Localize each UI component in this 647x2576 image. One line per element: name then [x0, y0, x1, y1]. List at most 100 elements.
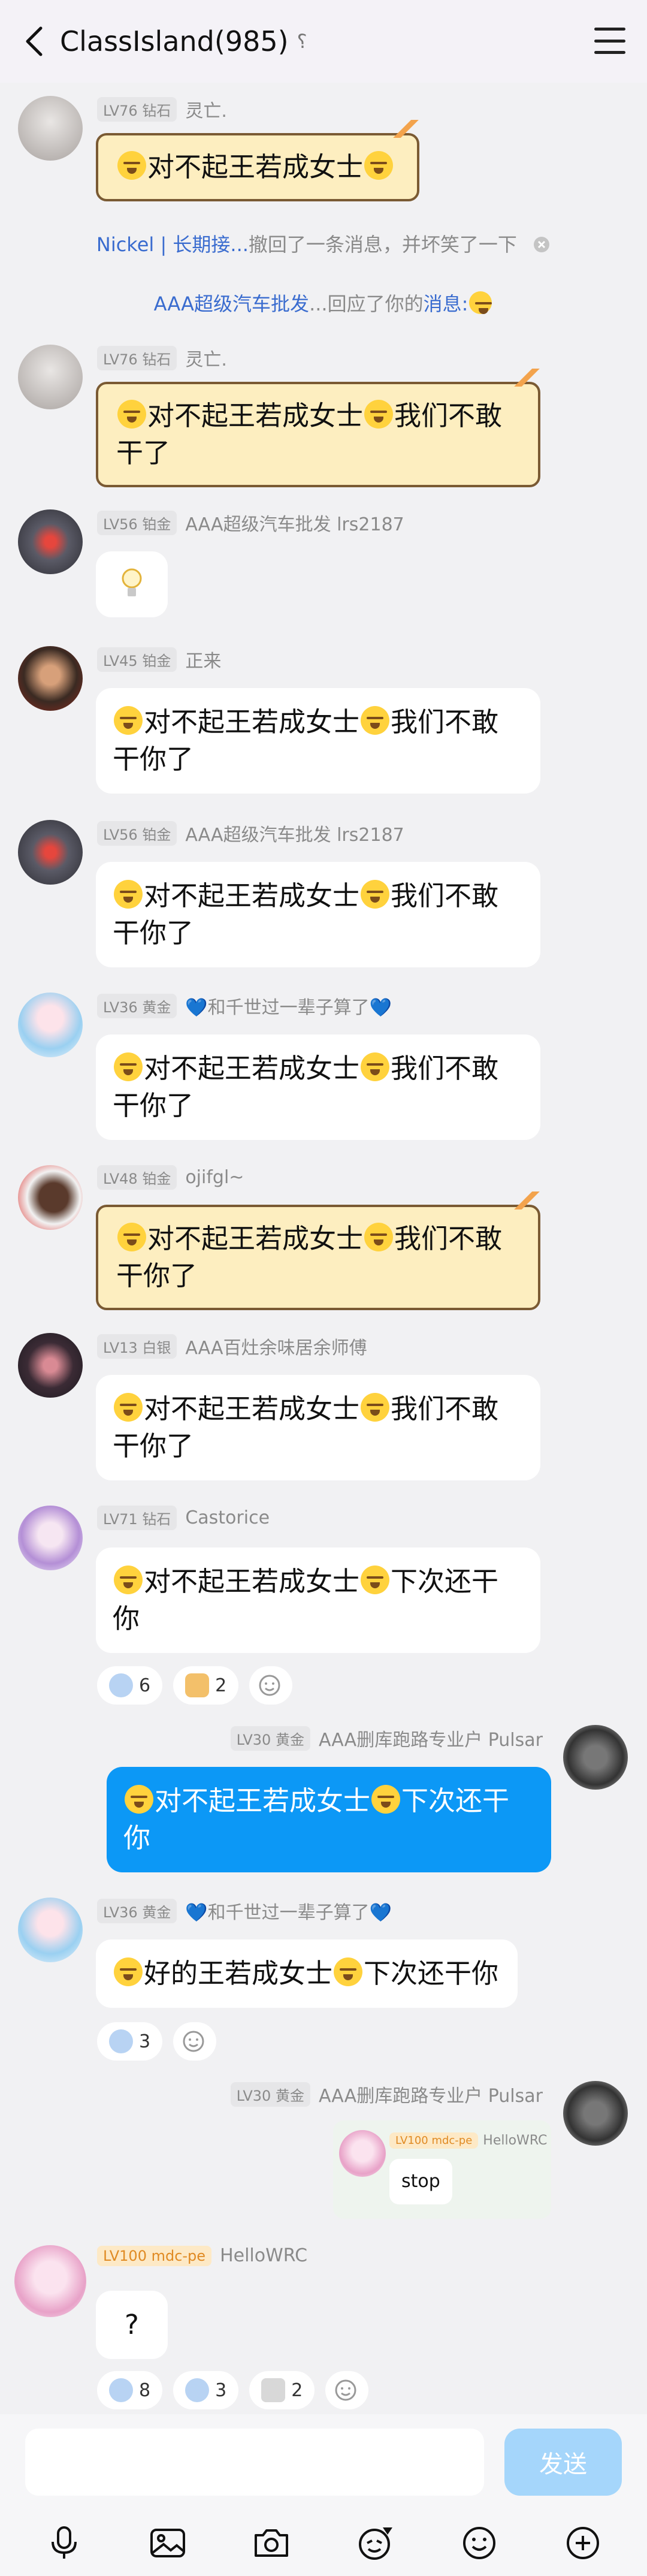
message-input[interactable]	[25, 2429, 484, 2496]
add-reaction-icon[interactable]	[173, 2022, 217, 2061]
back-icon[interactable]	[16, 22, 54, 61]
fearful-emoji-icon	[109, 1673, 133, 1697]
message-bubble[interactable]: 对不起王若成女士	[96, 120, 421, 201]
mute-icon: ⸮	[297, 30, 307, 53]
chat-title[interactable]: ClassIsland(985)	[60, 25, 289, 58]
level-badge: LV100 mdc-pe	[389, 2132, 479, 2149]
menu-icon[interactable]	[591, 24, 629, 58]
reaction-bar: 8 3 2	[97, 2371, 369, 2409]
message-bubble[interactable]: 对不起王若成女士 我们不敢 干你了	[96, 688, 540, 794]
message-bubble[interactable]: 对不起王若成女士 我们不敢 干你了	[96, 862, 540, 967]
close-icon[interactable]	[533, 236, 551, 254]
message-text: ?	[125, 2309, 139, 2340]
message-bubble[interactable]: 对不起王若成女士 我们不敢 干你了	[96, 1192, 542, 1310]
avatar[interactable]	[14, 2245, 86, 2317]
sender-name[interactable]: AAA删库跑路专业户 Pulsar	[319, 1725, 543, 1751]
avatar[interactable]	[18, 1898, 83, 1962]
message-bubble[interactable]: ?	[96, 2291, 168, 2359]
system-notice: Nickel | 长期接...撤回了一条消息，并坏笑了一下	[0, 230, 647, 257]
message-text: 下次还干你	[364, 1957, 499, 1989]
sticker-icon[interactable]	[354, 2521, 397, 2565]
level-badge: LV48 铂金	[97, 1165, 177, 1190]
chat-header: ClassIsland(985) ⸮	[0, 0, 647, 83]
message-text: 好的王若成女士	[144, 1957, 333, 1989]
reaction-chip[interactable]: 2	[249, 2371, 315, 2409]
sender-name[interactable]: AAA删库跑路专业户 Pulsar	[319, 2081, 543, 2107]
system-user-link[interactable]: AAA超级汽车批发	[154, 292, 309, 315]
sender-name[interactable]: 灵亡.	[185, 345, 227, 371]
level-badge: LV76 钻石	[97, 96, 177, 122]
emoji-icon[interactable]	[458, 2521, 501, 2565]
avatar[interactable]	[18, 993, 83, 1057]
mic-icon[interactable]	[43, 2521, 86, 2565]
sender-name[interactable]: AAA超级汽车批发 lrs2187	[185, 820, 404, 846]
plus-icon[interactable]	[561, 2521, 604, 2565]
avatar[interactable]	[18, 96, 83, 161]
reaction-chip[interactable]: 8	[97, 2371, 163, 2409]
message-text: 我们不敢	[391, 1393, 499, 1425]
sender-name[interactable]: AAA超级汽车批发 lrs2187	[185, 509, 404, 536]
sender-name[interactable]: 灵亡.	[185, 96, 227, 122]
avatar[interactable]	[18, 646, 83, 711]
crying-emoji-icon	[361, 880, 390, 909]
reaction-chip[interactable]: 3	[173, 2371, 239, 2409]
message-link[interactable]: 消息:	[424, 292, 468, 315]
camera-icon[interactable]	[250, 2521, 293, 2565]
reaction-chip[interactable]: 3	[97, 2022, 163, 2061]
level-badge: LV30 黄金	[230, 1726, 310, 1751]
crying-emoji-icon	[334, 1957, 363, 1986]
avatar[interactable]	[18, 820, 83, 885]
sender-name[interactable]: HelloWRC	[220, 2245, 307, 2266]
message-text: 我们不敢	[394, 1223, 503, 1254]
message-text: 干你了	[113, 743, 194, 775]
avatar[interactable]	[18, 1165, 83, 1230]
composer-toolbar	[0, 2516, 647, 2570]
crying-emoji-icon	[371, 1785, 401, 1814]
level-badge: LV36 黄金	[97, 1898, 177, 1923]
reaction-count: 8	[139, 2379, 151, 2401]
sender-name[interactable]: AAA百灶余味居余师傅	[185, 1333, 367, 1359]
message-bubble[interactable]: 对不起王若成女士 我们不敢 干你了	[96, 1034, 540, 1140]
sender-name[interactable]: Castorice	[185, 1507, 270, 1528]
chat-screen: ClassIsland(985) ⸮ LV76 钻石 灵亡. 对不起王若成女士 N…	[0, 0, 647, 2576]
message-text: 干你了	[113, 917, 194, 949]
sender-name[interactable]: 💙和千世过一辈子算了💙	[185, 1898, 392, 1924]
system-user-link[interactable]: Nickel | 长期接...	[96, 233, 249, 256]
smile-emoji-icon	[469, 291, 492, 314]
message-text: 你	[113, 1603, 140, 1634]
reaction-bar: 6 2	[97, 1666, 293, 1705]
quoted-sticker[interactable]: LV100 mdc-pe HelloWRC stop	[333, 2120, 551, 2219]
message-text: 干你了	[116, 1260, 198, 1292]
lightbulb-icon	[122, 568, 142, 596]
avatar[interactable]	[18, 1333, 83, 1398]
avatar[interactable]	[18, 509, 83, 574]
add-reaction-icon[interactable]	[325, 2371, 369, 2409]
send-button[interactable]: 发送	[504, 2429, 622, 2496]
crying-emoji-icon	[361, 706, 390, 735]
sender-name[interactable]: 正来	[185, 646, 221, 672]
avatar[interactable]	[18, 1506, 83, 1570]
message-text: 干了	[116, 437, 171, 469]
level-badge: LV36 黄金	[97, 993, 177, 1018]
image-icon[interactable]	[146, 2521, 189, 2565]
reaction-chip[interactable]: 2	[173, 1666, 239, 1705]
add-reaction-icon[interactable]	[249, 1666, 293, 1705]
message-text: 对不起王若成女士	[147, 400, 364, 432]
message-bubble[interactable]: 对不起王若成女士 我们不敢 干了	[96, 369, 542, 487]
level-badge: LV100 mdc-pe	[97, 2245, 212, 2266]
message-bubble[interactable]: 对不起王若成女士 下次还干你	[96, 1548, 540, 1653]
sender-name[interactable]: 💙和千世过一辈子算了💙	[185, 993, 392, 1019]
avatar[interactable]	[563, 2081, 628, 2146]
crying-emoji-icon	[114, 1957, 143, 1986]
reaction-chip[interactable]: 6	[97, 1666, 163, 1705]
image-message[interactable]	[96, 551, 168, 617]
message-text: 对不起王若成女士	[144, 706, 360, 738]
message-text: 下次还干	[401, 1785, 510, 1817]
sender-name[interactable]: ojifgl~	[185, 1167, 244, 1188]
avatar[interactable]	[18, 345, 83, 409]
message-bubble[interactable]: 好的王若成女士 下次还干你	[96, 1939, 518, 2008]
avatar[interactable]	[563, 1725, 628, 1790]
message-bubble[interactable]: 对不起王若成女士 我们不敢 干你了	[96, 1375, 540, 1480]
sender-name: HelloWRC	[483, 2133, 548, 2148]
message-bubble[interactable]: 对不起王若成女士 下次还干你	[107, 1767, 551, 1872]
